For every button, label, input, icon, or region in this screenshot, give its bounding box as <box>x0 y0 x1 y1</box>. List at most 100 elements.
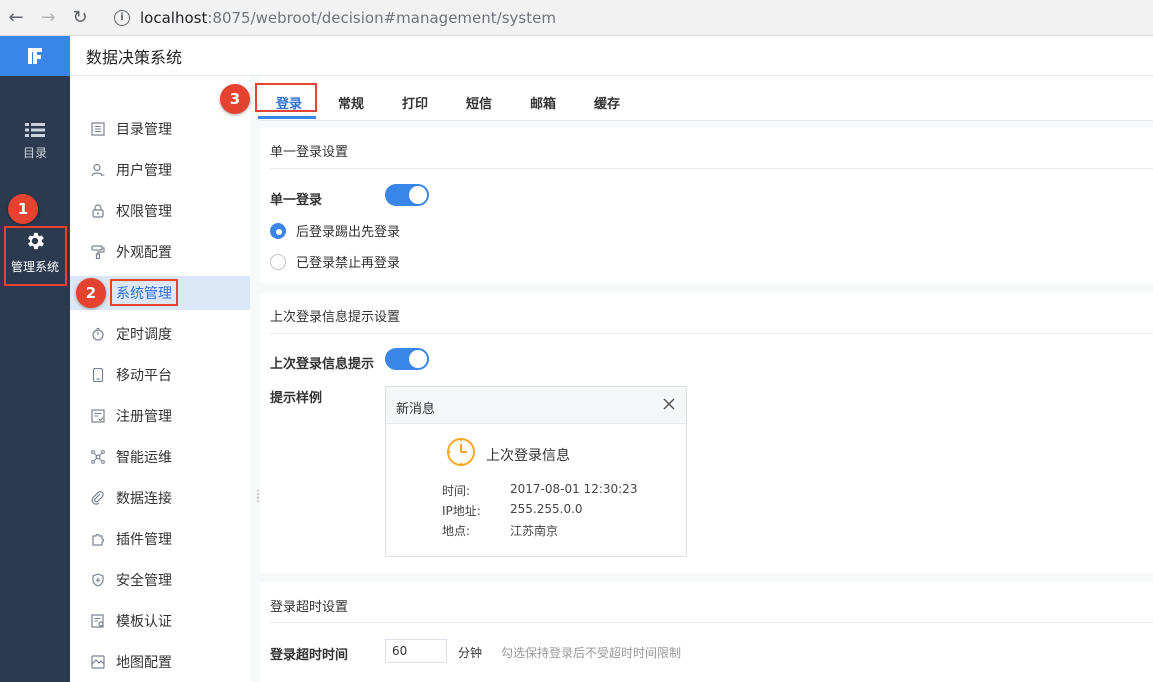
puzzle-icon <box>90 531 106 547</box>
lock-icon <box>90 203 106 219</box>
app-logo[interactable] <box>0 36 70 76</box>
rail-item-menu[interactable]: 目录 <box>0 122 70 161</box>
browser-toolbar: ← → ↻ i localhost:8075/webroot/decision#… <box>0 0 1153 36</box>
paint-roller-icon <box>90 244 106 260</box>
sidebar-item-template-auth[interactable]: 模板认证 <box>70 604 250 638</box>
tab-email[interactable]: 邮箱 <box>522 89 564 115</box>
notice-key: 时间: <box>442 484 471 498</box>
tab-print[interactable]: 打印 <box>394 89 436 115</box>
tab-general[interactable]: 常规 <box>330 89 372 115</box>
user-icon <box>90 162 106 178</box>
list-icon <box>25 123 45 137</box>
sidebar-item-label: 安全管理 <box>116 573 172 589</box>
single-login-toggle[interactable] <box>385 184 429 206</box>
reload-icon[interactable]: ↻ <box>64 0 96 36</box>
back-arrow-icon[interactable]: ← <box>0 0 32 36</box>
app-rail: 目录 管理系统 <box>0 36 70 682</box>
sidebar-item-label: 注册管理 <box>116 409 172 425</box>
section-title: 登录超时设置 <box>270 600 349 615</box>
sidebar-item-map[interactable]: 地图配置 <box>70 645 250 679</box>
sidebar-item-users[interactable]: 用户管理 <box>70 153 250 187</box>
timeout-hint: 勾选保持登录后不受超时时间限制 <box>501 646 682 660</box>
settings-sidebar: 目录管理 用户管理 权限管理 外观配置 系统管理 定时调度 移动平台 注册管理 … <box>70 76 250 682</box>
highlight-box-system <box>110 279 178 306</box>
address-bar[interactable]: i localhost:8075/webroot/decision#manage… <box>108 4 1148 31</box>
sidebar-item-permissions[interactable]: 权限管理 <box>70 194 250 228</box>
tab-cache[interactable]: 缓存 <box>586 89 628 115</box>
sidebar-item-label: 定时调度 <box>116 327 172 343</box>
highlight-box-management <box>4 226 67 286</box>
notice-heading: 上次登录信息 <box>486 448 570 464</box>
logo-icon <box>28 48 42 64</box>
url-path: :8075/webroot/decision#management/system <box>207 8 556 27</box>
radio-dot-checked[interactable] <box>270 222 286 239</box>
section-title: 单一登录设置 <box>270 145 349 160</box>
stopwatch-icon <box>90 326 106 342</box>
sidebar-item-security[interactable]: 安全管理 <box>70 563 250 597</box>
notice-header: 新消息 <box>386 387 686 424</box>
sidebar-item-registration[interactable]: 注册管理 <box>70 399 250 433</box>
map-icon <box>90 654 106 670</box>
sidebar-item-scheduling[interactable]: 定时调度 <box>70 317 250 351</box>
divider <box>270 622 1153 623</box>
sidebar-item-label: 目录管理 <box>116 122 172 138</box>
sidebar-item-label: 模板认证 <box>116 614 172 630</box>
page-header: 数据决策系统 <box>70 36 1153 76</box>
sidebar-item-label: 插件管理 <box>116 532 172 548</box>
callout-badge: 2 <box>76 278 106 308</box>
notice-title: 新消息 <box>396 402 436 417</box>
radio-kick-previous[interactable]: 后登录踢出先登录 <box>270 221 400 240</box>
list-doc-icon <box>90 121 106 137</box>
forward-arrow-icon[interactable]: → <box>32 0 64 36</box>
radio-label: 已登录禁止再登录 <box>296 256 401 271</box>
sidebar-item-label: 移动平台 <box>116 368 172 384</box>
sidebar-item-label: 外观配置 <box>116 245 172 261</box>
sidebar-item-directory[interactable]: 目录管理 <box>70 112 250 146</box>
callout-badge: 1 <box>8 194 38 224</box>
notice-preview: 新消息 上次登录信息 时间: 2017-08-01 12:30:23 IP地址:… <box>385 386 687 557</box>
active-tab-indicator <box>258 116 316 119</box>
divider <box>270 168 1153 169</box>
link-icon <box>90 490 106 506</box>
radio-forbid-relogin[interactable]: 已登录禁止再登录 <box>270 252 400 271</box>
certificate-icon <box>90 613 106 629</box>
app-title: 数据决策系统 <box>86 47 183 67</box>
sidebar-item-label: 地图配置 <box>116 655 172 671</box>
notice-value: 255.255.0.0 <box>510 502 583 516</box>
sidebar-item-appearance[interactable]: 外观配置 <box>70 235 250 269</box>
timeout-unit: 分钟 <box>458 646 483 660</box>
rail-item-label: 目录 <box>22 146 47 160</box>
divider <box>270 333 1153 334</box>
register-icon <box>90 408 106 424</box>
close-icon[interactable] <box>660 395 678 413</box>
radio-dot[interactable] <box>270 253 286 270</box>
sidebar-item-label: 用户管理 <box>116 163 172 179</box>
shield-icon <box>90 572 106 588</box>
mobile-icon <box>90 367 106 383</box>
sidebar-splitter[interactable] <box>250 76 260 682</box>
login-timeout-card: 登录超时设置 <box>260 582 1153 682</box>
toggle-knob <box>409 350 427 368</box>
last-login-toggle[interactable] <box>385 348 429 370</box>
toggle-knob <box>409 186 427 204</box>
notice-value: 2017-08-01 12:30:23 <box>510 482 638 496</box>
clock-icon <box>447 438 475 466</box>
radio-label: 后登录踢出先登录 <box>296 225 401 240</box>
highlight-box-login-tab <box>255 83 317 112</box>
sidebar-item-label: 智能运维 <box>116 450 172 466</box>
timeout-label: 登录超时时间 <box>270 648 349 663</box>
callout-badge: 3 <box>220 84 250 114</box>
sidebar-item-data-connection[interactable]: 数据连接 <box>70 481 250 515</box>
sidebar-item-label: 数据连接 <box>116 491 172 507</box>
section-title: 上次登录信息提示设置 <box>270 310 401 325</box>
sidebar-item-mobile[interactable]: 移动平台 <box>70 358 250 392</box>
url-host: localhost <box>140 8 208 27</box>
sidebar-item-plugins[interactable]: 插件管理 <box>70 522 250 556</box>
info-icon[interactable]: i <box>114 9 130 26</box>
sidebar-item-ops[interactable]: 智能运维 <box>70 440 250 474</box>
notice-key: 地点: <box>442 524 471 538</box>
network-icon <box>90 449 106 465</box>
tab-sms[interactable]: 短信 <box>458 89 500 115</box>
timeout-input[interactable] <box>385 639 447 663</box>
settings-tabs: 登录 常规 打印 短信 邮箱 缓存 <box>260 76 1153 121</box>
